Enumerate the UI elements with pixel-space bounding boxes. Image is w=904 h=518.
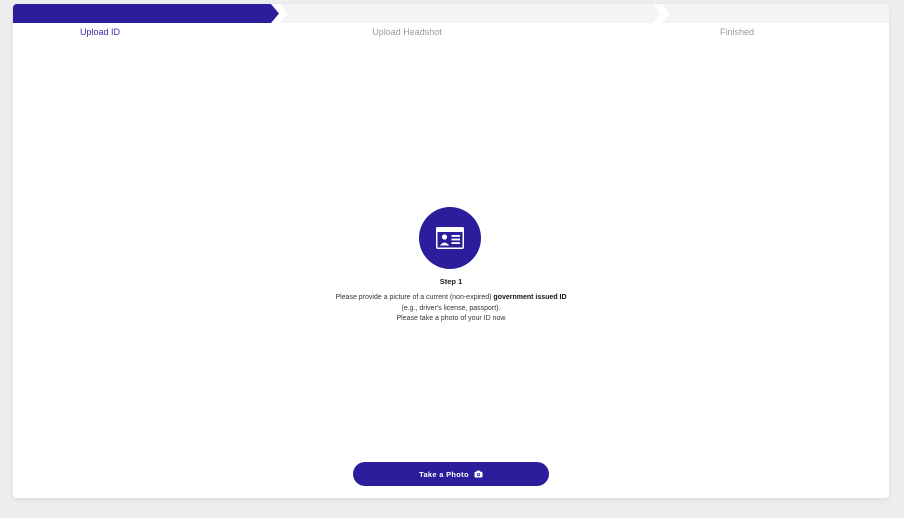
- instruction-line-3: Please take a photo of your ID now: [396, 315, 506, 322]
- step-label-upload-id: Upload ID: [79, 27, 121, 37]
- camera-icon: [474, 470, 483, 478]
- instruction-bold: government issued ID: [493, 294, 567, 301]
- take-photo-label: Take a Photo: [419, 469, 469, 479]
- instruction-line-1: Please provide a picture of a current (n…: [13, 293, 889, 304]
- step-segment-upload-id: [13, 4, 279, 23]
- verification-card: Upload ID Upload Headshot Finished Step …: [13, 4, 889, 498]
- step-title: Step 1: [439, 277, 463, 286]
- instructions: Please provide a picture of a current (n…: [13, 293, 889, 325]
- instruction-line-2: (e.g., driver's license, passport).: [401, 304, 501, 312]
- step-segment-upload-headshot: [280, 4, 661, 23]
- step-label-finished: Finished: [719, 27, 755, 37]
- step-segment-finished: [662, 4, 889, 23]
- id-card-icon: [436, 227, 464, 249]
- id-card-icon-badge: [419, 207, 481, 269]
- instruction-prefix: Please provide a picture of a current (n…: [335, 294, 494, 301]
- progress-stepper: [13, 4, 889, 23]
- step-label-upload-headshot: Upload Headshot: [372, 27, 442, 37]
- take-photo-button[interactable]: Take a Photo: [353, 462, 549, 486]
